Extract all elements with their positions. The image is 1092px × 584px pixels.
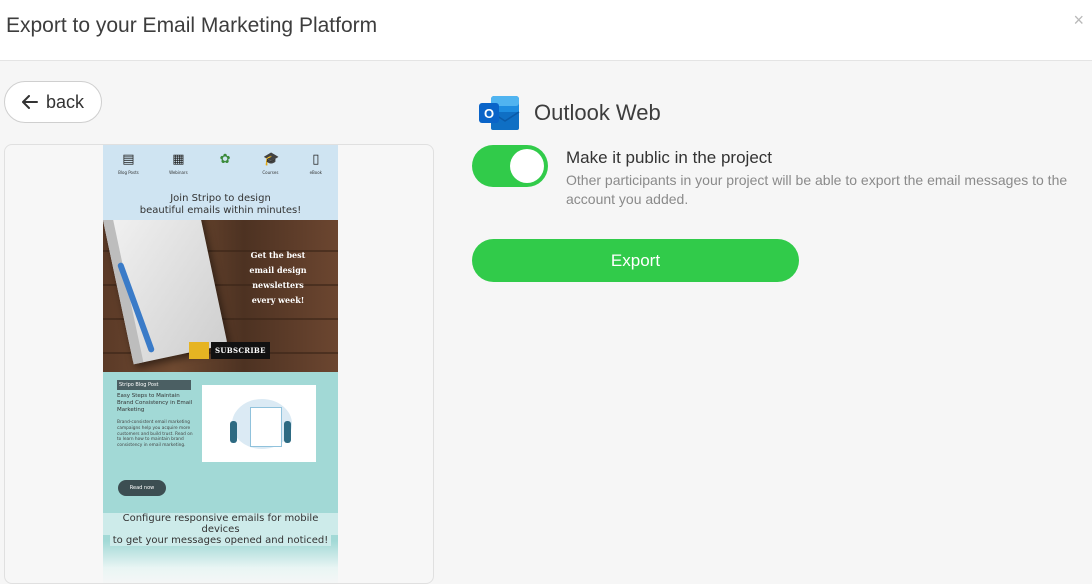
close-icon[interactable]: × (1073, 10, 1084, 31)
book-icon: ▯ (312, 152, 320, 167)
envelope-icon (189, 342, 209, 359)
email-nav-item: 🎓 Courses (262, 152, 280, 176)
back-button[interactable]: back (4, 81, 102, 123)
email-template: ▤ Blog Posts ▦ Webinars ✿ 🎓 Courses ▯ eB… (103, 145, 338, 583)
outlook-letter: O (484, 106, 494, 121)
email-join-banner: Join Stripo to design beautiful emails w… (103, 190, 338, 220)
dialog-title: Export to your Email Marketing Platform (6, 14, 378, 37)
subscribe-group: SUBSCRIBE (189, 342, 270, 359)
hero-text: Get the best email design newsletters ev… (246, 248, 310, 308)
globe-icon: ▦ (172, 152, 185, 167)
config-line-1: Configure responsive emails for mobile d… (103, 513, 338, 535)
service-name: Outlook Web (534, 100, 661, 125)
export-button[interactable]: Export (472, 239, 799, 282)
illustration-person (230, 421, 237, 443)
hero-line: Get the best (250, 250, 306, 260)
hero-line: every week! (251, 295, 305, 305)
public-label: Make it public in the project (566, 148, 772, 167)
join-line-2: beautiful emails within minutes! (139, 205, 302, 216)
nav-label: Courses (262, 170, 279, 175)
document-icon: ▤ (122, 152, 135, 167)
blog-title: Easy Steps to Maintain Brand Consistency… (117, 393, 193, 413)
email-nav-item: ▦ Webinars (169, 152, 188, 176)
config-line-2: to get your messages opened and noticed! (109, 535, 332, 546)
subscribe-button: SUBSCRIBE (211, 342, 270, 359)
nav-label: Webinars (169, 170, 188, 175)
illustration-person (284, 421, 291, 443)
email-nav-item: ▯ eBook (309, 152, 323, 176)
public-toggle[interactable] (472, 145, 548, 187)
email-preview: ▤ Blog Posts ▦ Webinars ✿ 🎓 Courses ▯ eB… (4, 144, 434, 584)
join-line-1: Join Stripo to design (170, 193, 271, 204)
hero-line: newsletters (252, 280, 304, 290)
back-label: back (45, 91, 85, 112)
email-nav: ▤ Blog Posts ▦ Webinars ✿ 🎓 Courses ▯ eB… (103, 145, 338, 190)
read-now-button: Read now (118, 480, 166, 496)
blog-illustration (202, 385, 316, 462)
nav-label: Blog Posts (118, 170, 139, 175)
email-bottom-fade (103, 541, 338, 583)
hero-line: email design (249, 265, 307, 275)
dialog-header: Export to your Email Marketing Platform … (0, 0, 1092, 61)
graduation-cap-icon: 🎓 (263, 152, 280, 167)
outlook-icon: O (479, 96, 520, 130)
plant-icon: ✿ (219, 152, 231, 167)
email-hero: Get the best email design newsletters ev… (103, 220, 338, 372)
email-nav-item: ✿ (218, 153, 232, 170)
blog-tag: Stripo Blog Post (117, 380, 191, 390)
arrow-left-icon (21, 95, 38, 109)
email-blog-block: Stripo Blog Post Easy Steps to Maintain … (103, 372, 338, 507)
toggle-knob (510, 149, 544, 183)
email-nav-item: ▤ Blog Posts (118, 152, 139, 176)
blog-body: Brand-consistent email marketing campaig… (117, 420, 193, 449)
public-description: Other participants in your project will … (566, 172, 1068, 207)
notebook-spine (103, 220, 144, 365)
nav-label: eBook (309, 170, 322, 175)
email-config-banner: Configure responsive emails for mobile d… (103, 507, 338, 546)
illustration-card (250, 407, 282, 447)
